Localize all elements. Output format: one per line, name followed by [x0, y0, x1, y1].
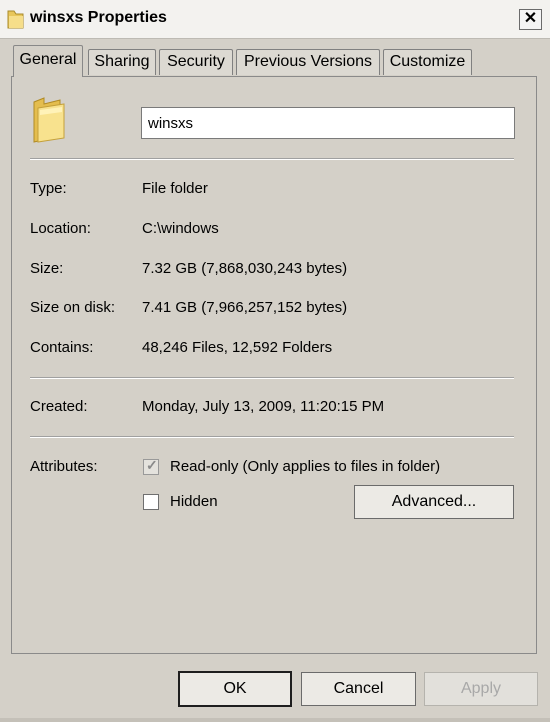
created-value: Monday, July 13, 2009, 11:20:15 PM [142, 398, 385, 415]
location-label: Location: [30, 220, 91, 237]
checkmark-icon: ✓ [146, 457, 158, 473]
window-bottom-edge [0, 718, 550, 722]
folder-name-input[interactable] [141, 107, 515, 139]
tab-customize-label: Customize [389, 53, 466, 70]
cancel-button[interactable]: Cancel [301, 672, 416, 706]
separator [30, 377, 514, 379]
size-label: Size: [30, 260, 64, 277]
hidden-label: Hidden [170, 493, 218, 510]
window-title: winsxs Properties [30, 9, 167, 26]
tab-general[interactable]: General [13, 45, 83, 77]
size-value: 7.32 GB (7,868,030,243 bytes) [142, 260, 348, 277]
title-bar: winsxs Properties ✕ [0, 0, 550, 39]
apply-button[interactable]: Apply [424, 672, 538, 706]
hidden-checkbox[interactable] [143, 494, 159, 510]
tab-security-label: Security [167, 53, 225, 70]
ok-button[interactable]: OK [178, 671, 292, 707]
general-tab-panel [11, 76, 537, 654]
folder-icon [33, 97, 65, 143]
size-on-disk-value: 7.41 GB (7,966,257,152 bytes) [142, 299, 348, 316]
location-value: C:\windows [142, 220, 219, 237]
tab-previous-versions[interactable]: Previous Versions [236, 49, 380, 75]
readonly-label: Read-only (Only applies to files in fold… [170, 458, 441, 475]
tab-sharing-label: Sharing [94, 53, 150, 70]
contains-label: Contains: [30, 339, 94, 356]
type-value: File folder [142, 180, 208, 197]
tab-previous-versions-label: Previous Versions [243, 53, 373, 70]
close-button[interactable]: ✕ [519, 9, 542, 30]
separator [30, 436, 514, 438]
tab-customize[interactable]: Customize [383, 49, 472, 75]
advanced-button[interactable]: Advanced... [354, 485, 514, 519]
type-label: Type: [30, 180, 67, 197]
tab-general-label: General [19, 51, 77, 68]
tab-security[interactable]: Security [159, 49, 233, 75]
readonly-checkbox[interactable]: ✓ [143, 457, 159, 475]
tab-sharing[interactable]: Sharing [88, 49, 156, 75]
created-label: Created: [30, 398, 88, 415]
separator [30, 158, 514, 160]
folder-icon [7, 10, 24, 29]
close-icon: ✕ [523, 10, 538, 27]
size-on-disk-label: Size on disk: [30, 299, 116, 316]
attributes-label: Attributes: [30, 458, 98, 475]
contains-value: 48,246 Files, 12,592 Folders [142, 339, 333, 356]
